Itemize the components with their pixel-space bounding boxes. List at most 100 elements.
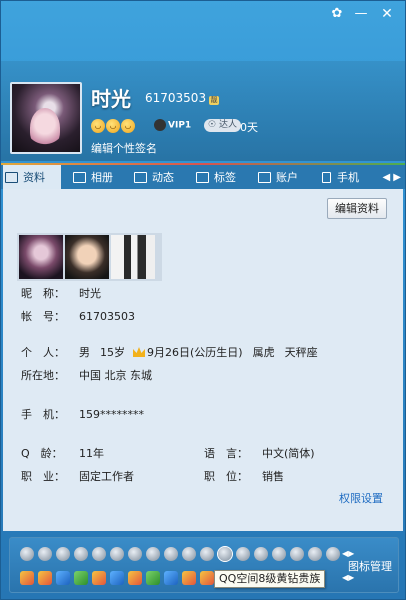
language-row: 语 言： 中文(简体) [204, 445, 315, 461]
service-icon[interactable] [200, 571, 214, 585]
service-icon[interactable] [164, 571, 178, 585]
badge-icon[interactable] [200, 547, 214, 561]
badge-icon[interactable] [38, 547, 52, 561]
account-label: 帐 号： [21, 310, 65, 323]
service-icon[interactable] [110, 571, 124, 585]
badge-icon[interactable] [92, 547, 106, 561]
close-button[interactable]: ✕ [379, 6, 395, 22]
badge-icon[interactable] [217, 546, 233, 562]
album-icon [73, 172, 86, 183]
tab-label: 账户 [276, 171, 298, 184]
wallet-icon [258, 172, 271, 183]
phone-value: 159******** [79, 408, 144, 421]
nickname-row: 昵 称： 时光 [21, 285, 101, 301]
badge-icon[interactable] [146, 547, 160, 561]
job-row: 职 业： 固定工作者 [21, 468, 134, 484]
phone-row: 手 机： 159******** [21, 406, 144, 422]
mood-icons: ◡ ◡ ◡ [91, 118, 136, 133]
badge-icon[interactable] [164, 547, 178, 561]
qage-value: 11年 [79, 447, 104, 460]
service-row-arrows[interactable]: ◀▶ [342, 573, 354, 582]
badge-icon[interactable] [254, 547, 268, 561]
service-icon[interactable] [146, 571, 160, 585]
badge-icon[interactable] [182, 547, 196, 561]
service-icon[interactable] [56, 571, 70, 585]
avatar[interactable] [10, 82, 82, 154]
photo-thumbnail[interactable] [19, 235, 63, 279]
location-row: 所在地： 中国 北京 东城 [21, 367, 152, 383]
permission-settings-link[interactable]: 权限设置 [339, 490, 383, 506]
profile-window: ✿ — ✕ 时光 61703503 靓 ◡ ◡ ◡ VIP1 ☉ 达人 0天 编辑个… [0, 0, 406, 600]
tab-scroll-arrows[interactable]: ◀ ▶ [382, 165, 401, 191]
feed-icon [134, 172, 147, 183]
daren-badge[interactable]: ☉ 达人 [204, 119, 241, 132]
service-icon[interactable] [74, 571, 88, 585]
badge-icon[interactable] [326, 547, 340, 561]
gender-value: 男 [79, 346, 90, 359]
badge-icon[interactable] [20, 547, 34, 561]
badge-icon[interactable] [290, 547, 304, 561]
pretty-number-icon: 靓 [209, 96, 219, 105]
smiley-icon: ◡ [121, 119, 135, 133]
edit-profile-button[interactable]: 编辑资料 [327, 198, 387, 219]
photo-strip [17, 233, 162, 281]
service-icon[interactable] [20, 571, 34, 585]
icon-management-button[interactable]: 图标管理 [348, 558, 392, 574]
badge-icon-panel: ◀▶ ◀▶ 图标管理 [9, 537, 399, 593]
skin-icon[interactable]: ✿ [329, 6, 345, 22]
phone-icon [322, 172, 331, 183]
tag-icon [196, 172, 209, 183]
tab-label: 动态 [152, 171, 174, 184]
photo-thumbnail[interactable] [111, 235, 155, 279]
account-row: 帐 号： 61703503 [21, 308, 135, 324]
personal-row: 个 人： 男 15岁 9月26日(公历生日) 属虎 天秤座 [21, 344, 318, 360]
vip-badge[interactable]: VIP1 [154, 119, 191, 131]
constellation-value: 天秤座 [284, 346, 318, 359]
age-value: 15岁 [100, 346, 125, 359]
badge-row-arrows[interactable]: ◀▶ [342, 549, 354, 558]
service-icon[interactable] [38, 571, 52, 585]
badge-icon[interactable] [74, 547, 88, 561]
vip-label: VIP1 [168, 120, 192, 131]
nickname-label: 昵 称： [21, 287, 65, 300]
tab-label: 资料 [23, 171, 45, 184]
badge-icon[interactable] [236, 547, 250, 561]
service-icon[interactable] [128, 571, 142, 585]
tab-label: 相册 [91, 171, 113, 184]
personal-label: 个 人： [21, 346, 65, 359]
profile-header: 时光 61703503 靓 ◡ ◡ ◡ VIP1 ☉ 达人 0天 编辑个性签名 [1, 61, 405, 161]
badge-icon[interactable] [110, 547, 124, 561]
signature-field[interactable]: 编辑个性签名 [91, 140, 157, 156]
position-row: 职 位： 销售 [204, 468, 284, 484]
profile-nickname: 时光 [91, 87, 131, 111]
badge-icon[interactable] [272, 547, 286, 561]
minimize-button[interactable]: — [353, 6, 369, 22]
qq-number: 61703503 [145, 91, 207, 105]
service-icon[interactable] [182, 571, 196, 585]
badge-icon[interactable] [56, 547, 70, 561]
tab-album[interactable]: 相册 [71, 165, 113, 191]
penguin-icon [154, 119, 166, 131]
smiley-icon: ◡ [91, 119, 105, 133]
daren-days: 0天 [240, 121, 258, 134]
zodiac-value: 属虎 [252, 346, 275, 359]
job-label: 职 业： [21, 470, 65, 483]
service-icon[interactable] [92, 571, 106, 585]
tab-bar: 资料 相册 动态 标签 账户 手机 ◀ ▶ [1, 163, 405, 191]
language-value: 中文(简体) [262, 447, 315, 460]
badge-icon[interactable] [128, 547, 142, 561]
birthday-value: 9月26日(公历生日) [147, 346, 243, 359]
tab-tags[interactable]: 标签 [194, 165, 236, 191]
tab-label: 手机 [337, 171, 359, 184]
badge-tooltip: QQ空间8级黄钻贵族 [214, 570, 326, 588]
location-label: 所在地： [21, 369, 65, 382]
position-label: 职 位： [204, 470, 248, 483]
language-label: 语 言： [204, 447, 248, 460]
tab-feed[interactable]: 动态 [132, 165, 174, 191]
photo-thumbnail[interactable] [65, 235, 109, 279]
tab-account[interactable]: 账户 [256, 165, 298, 191]
qage-row: Q 龄： 11年 [21, 445, 104, 461]
badge-icon[interactable] [308, 547, 322, 561]
tab-phone[interactable]: 手机 [317, 165, 359, 191]
account-value: 61703503 [79, 310, 135, 323]
